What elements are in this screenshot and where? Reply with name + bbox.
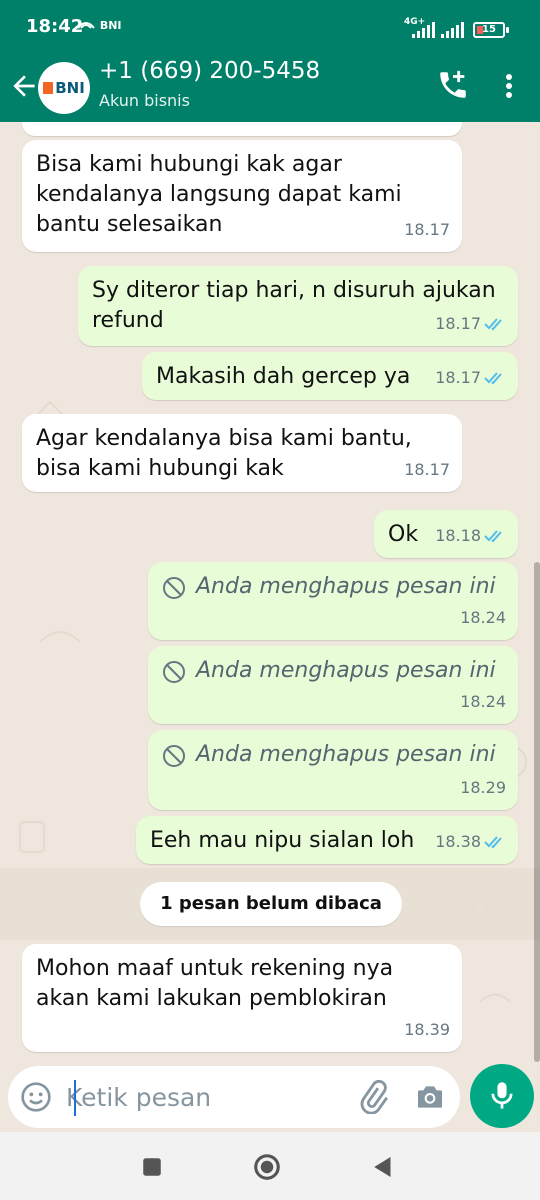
- emoji-icon[interactable]: [20, 1081, 52, 1113]
- message-input[interactable]: [66, 1079, 336, 1115]
- blocked-icon: [163, 661, 185, 683]
- contact-name[interactable]: +1 (669) 200-5458: [99, 58, 320, 84]
- message-text: Bisa kami hubungi kak agar kendalanya la…: [36, 152, 402, 237]
- message-time: 18.17: [404, 460, 450, 479]
- notification-bni-icon: BNI: [76, 18, 122, 32]
- message-time: 18.17: [435, 368, 481, 387]
- double-check-icon: [484, 318, 502, 331]
- unread-divider: 1 pesan belum dibaca: [140, 882, 402, 926]
- message-time: 18.29: [460, 778, 506, 797]
- message-bubble-outgoing[interactable]: Eeh mau nipu sialan loh 18.38: [136, 816, 518, 864]
- composer: [8, 1066, 460, 1128]
- message-text: Anda menghapus pesan ini: [196, 658, 496, 683]
- message-time: 18.38: [435, 832, 481, 851]
- home-icon[interactable]: [252, 1152, 282, 1182]
- add-call-icon[interactable]: [436, 68, 470, 102]
- battery-icon: 15: [473, 22, 509, 38]
- back-nav-icon[interactable]: [368, 1152, 398, 1182]
- avatar-text: BNI: [55, 79, 85, 97]
- system-navigation-bar: [0, 1132, 540, 1200]
- status-bar: 18:42 BNI 4G+ 15: [0, 0, 540, 56]
- message-text: Anda menghapus pesan ini: [196, 574, 496, 599]
- blocked-icon: [163, 577, 185, 599]
- mic-button[interactable]: [470, 1064, 534, 1128]
- chat-scrollbar[interactable]: [534, 562, 540, 1062]
- recent-apps-icon[interactable]: [137, 1152, 167, 1182]
- double-check-icon: [484, 530, 502, 543]
- message-bubble-incoming-partial[interactable]: [22, 122, 462, 136]
- message-bubble-incoming[interactable]: Agar kendalanya bisa kami bantu, bisa ka…: [22, 414, 462, 492]
- double-check-icon: [484, 836, 502, 849]
- message-time: 18.39: [404, 1020, 450, 1039]
- message-time: 18.24: [460, 608, 506, 627]
- chat-header: BNI +1 (669) 200-5458 Akun bisnis: [0, 56, 540, 122]
- message-bubble-incoming[interactable]: Mohon maaf untuk rekening nya akan kami …: [22, 944, 462, 1052]
- message-text: Anda menghapus pesan ini: [196, 742, 496, 767]
- message-time: 18.17: [435, 314, 481, 333]
- deleted-message-bubble[interactable]: Anda menghapus pesan ini 18.29: [148, 730, 518, 810]
- message-text: Agar kendalanya bisa kami bantu, bisa ka…: [36, 426, 412, 481]
- status-time: 18:42: [26, 16, 84, 37]
- signal-icon: [412, 22, 435, 38]
- message-bubble-outgoing[interactable]: Makasih dah gercep ya 18.17: [142, 352, 518, 400]
- camera-icon[interactable]: [413, 1081, 447, 1113]
- attach-icon[interactable]: [356, 1080, 390, 1114]
- deleted-message-bubble[interactable]: Anda menghapus pesan ini 18.24: [148, 562, 518, 640]
- chat-area[interactable]: Bisa kami hubungi kak agar kendalanya la…: [0, 122, 540, 1062]
- message-time: 18.24: [460, 692, 506, 711]
- message-time: 18.17: [404, 220, 450, 239]
- message-bubble-outgoing[interactable]: Sy diteror tiap hari, n disuruh ajukan r…: [78, 266, 518, 346]
- battery-level: 15: [482, 24, 496, 35]
- mic-icon: [491, 1082, 513, 1109]
- contact-subtitle: Akun bisnis: [99, 91, 190, 110]
- notification-text: BNI: [99, 19, 122, 32]
- double-check-icon: [484, 372, 502, 385]
- signal-icon-2: [441, 22, 464, 38]
- message-bubble-outgoing[interactable]: Ok 18.18: [374, 510, 518, 558]
- back-arrow-icon[interactable]: [8, 70, 40, 102]
- text-caret: [74, 1080, 76, 1116]
- bni-logo-mark: [43, 82, 54, 94]
- avatar[interactable]: BNI: [38, 62, 90, 114]
- deleted-message-bubble[interactable]: Anda menghapus pesan ini 18.24: [148, 646, 518, 724]
- message-text: Mohon maaf untuk rekening nya akan kami …: [36, 956, 394, 1011]
- composer-bar: [0, 1062, 540, 1132]
- message-time: 18.18: [435, 526, 481, 545]
- more-vertical-icon[interactable]: [497, 70, 521, 102]
- message-bubble-incoming[interactable]: Bisa kami hubungi kak agar kendalanya la…: [22, 140, 462, 252]
- blocked-icon: [163, 745, 185, 767]
